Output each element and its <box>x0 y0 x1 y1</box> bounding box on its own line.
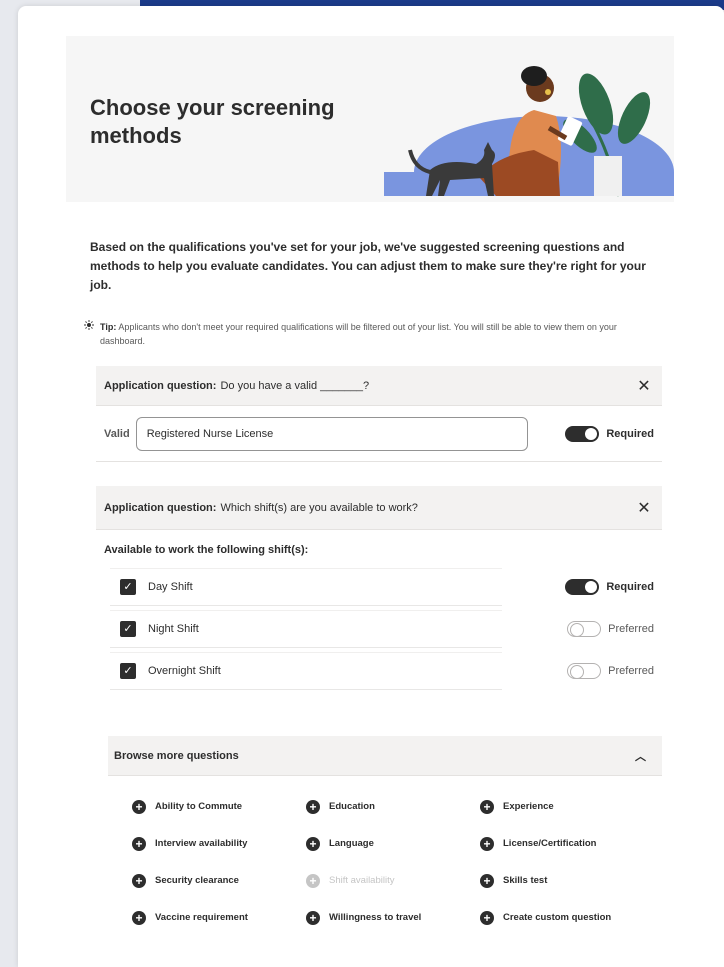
shift-row: ✓ Day Shift Required <box>110 568 662 606</box>
plus-icon: + <box>480 873 494 888</box>
chip-label: Willingness to travel <box>329 912 422 923</box>
woman-with-cat-illustration <box>384 66 674 202</box>
toggle-label: Required <box>606 581 654 593</box>
plus-icon: + <box>306 873 320 888</box>
shift-row: ✓ Night Shift Preferred <box>110 610 662 648</box>
add-question-chip[interactable]: + License/Certification <box>480 835 660 852</box>
shift-name: Night Shift <box>148 623 199 635</box>
browse-more-questions: Browse more questions ︿ + Ability to Comm… <box>108 736 662 926</box>
chip-label: Language <box>329 838 374 849</box>
question-shift-availability: Application question: Which shift(s) are… <box>96 486 662 694</box>
add-question-chip[interactable]: + Experience <box>480 798 660 815</box>
plus-icon: + <box>480 836 494 851</box>
add-question-chip[interactable]: + Create custom question <box>480 909 660 926</box>
question-label: Application question: <box>104 379 217 392</box>
plus-icon: + <box>132 836 146 851</box>
shift-toggle-group: Preferred <box>567 621 654 637</box>
shift-name: Day Shift <box>148 581 193 593</box>
lightbulb-icon <box>84 320 100 348</box>
add-question-chip[interactable]: + Ability to Commute <box>132 798 306 815</box>
page-title: Choose your screening methods <box>90 95 335 148</box>
plus-icon: + <box>306 799 320 814</box>
chip-label: Interview availability <box>155 838 248 849</box>
shift-toggle-group: Preferred <box>567 663 654 679</box>
chevron-up-icon[interactable]: ︿ <box>635 748 646 764</box>
close-icon[interactable]: ✕ <box>634 498 654 518</box>
plus-icon: + <box>132 799 146 814</box>
field-label: Valid <box>104 427 130 440</box>
checkbox-checked-icon[interactable]: ✓ <box>120 621 136 637</box>
screening-card: Choose your screening methods Based on t… <box>18 6 724 967</box>
chip-label: Shift availability <box>329 875 395 886</box>
shift-row: ✓ Overnight Shift Preferred <box>110 652 662 690</box>
shift-option[interactable]: ✓ Night Shift <box>110 610 502 648</box>
question-text: Which shift(s) are you available to work… <box>220 501 418 514</box>
chip-label: Security clearance <box>155 875 239 886</box>
checkbox-checked-icon[interactable]: ✓ <box>120 663 136 679</box>
tip-label: Tip: <box>100 322 117 332</box>
required-toggle[interactable] <box>565 425 600 442</box>
toggle-label: Required <box>606 427 654 440</box>
toggle-label: Preferred <box>608 623 654 635</box>
chip-label: Create custom question <box>503 912 612 923</box>
question-chip-grid: + Ability to Commute + Education + Experien… <box>108 776 662 926</box>
add-question-chip[interactable]: + Language <box>306 835 480 852</box>
required-toggle[interactable] <box>565 579 600 595</box>
browse-header[interactable]: Browse more questions ︿ <box>108 736 662 776</box>
question-text: Do you have a valid _______? <box>220 379 370 392</box>
question-header: Application question: Which shift(s) are… <box>96 486 662 530</box>
tip: Tip: Applicants who don't meet your requ… <box>84 320 650 348</box>
toggle-label: Preferred <box>608 665 654 677</box>
preferred-toggle[interactable] <box>567 663 602 679</box>
add-question-chip[interactable]: + Security clearance <box>132 872 306 889</box>
tip-body: Applicants who don't meet your required … <box>100 322 617 346</box>
add-question-chip[interactable]: + Skills test <box>480 872 660 889</box>
plus-icon: + <box>480 910 494 925</box>
shift-option[interactable]: ✓ Day Shift <box>110 568 502 606</box>
hero-banner: Choose your screening methods <box>66 36 674 202</box>
add-question-chip[interactable]: + Education <box>306 798 480 815</box>
close-icon[interactable]: ✕ <box>634 376 654 396</box>
shift-option[interactable]: ✓ Overnight Shift <box>110 652 502 690</box>
chip-label: Experience <box>503 801 554 812</box>
plus-icon: + <box>306 836 320 851</box>
chip-label: License/Certification <box>503 838 597 849</box>
add-question-chip[interactable]: + Willingness to travel <box>306 909 480 926</box>
add-question-chip-disabled: + Shift availability <box>306 872 480 889</box>
shift-subheading: Available to work the following shift(s)… <box>104 544 309 556</box>
question-valid-license: Application question: Do you have a vali… <box>96 366 662 462</box>
add-question-chip[interactable]: + Vaccine requirement <box>132 909 306 926</box>
chip-label: Education <box>329 801 375 812</box>
tip-text: Tip: Applicants who don't meet your requ… <box>100 320 650 348</box>
question-label: Application question: <box>104 501 217 514</box>
add-question-chip[interactable]: + Interview availability <box>132 835 306 852</box>
preferred-toggle[interactable] <box>567 621 602 637</box>
chip-label: Vaccine requirement <box>155 912 248 923</box>
shift-toggle-group: Required <box>565 579 654 595</box>
shift-name: Overnight Shift <box>148 665 221 677</box>
browse-title: Browse more questions <box>114 749 239 762</box>
plus-icon: + <box>306 910 320 925</box>
question-header: Application question: Do you have a vali… <box>96 366 662 406</box>
chip-label: Ability to Commute <box>155 801 243 812</box>
chip-label: Skills test <box>503 875 548 886</box>
question-body: Valid Registered Nurse License Required <box>96 406 662 462</box>
plus-icon: + <box>132 873 146 888</box>
required-toggle-group: Required <box>565 425 654 442</box>
plus-icon: + <box>132 910 146 925</box>
plus-icon: + <box>480 799 494 814</box>
intro-text: Based on the qualifications you've set f… <box>90 240 646 292</box>
checkbox-checked-icon[interactable]: ✓ <box>120 579 136 595</box>
license-input[interactable]: Registered Nurse License <box>135 416 528 451</box>
